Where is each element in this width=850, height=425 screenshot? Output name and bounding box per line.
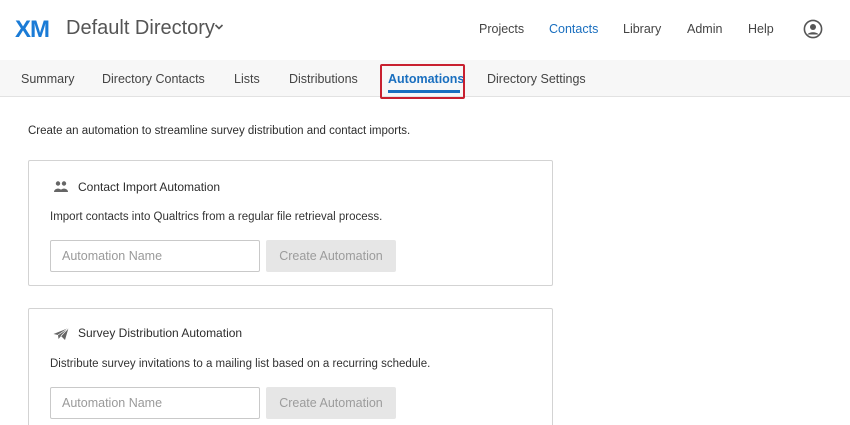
paper-plane-icon xyxy=(53,327,69,340)
tab-lists[interactable]: Lists xyxy=(234,72,260,86)
nav-contacts[interactable]: Contacts xyxy=(549,22,598,36)
card-title: Survey Distribution Automation xyxy=(78,326,243,340)
card-description: Import contacts into Qualtrics from a re… xyxy=(50,211,383,223)
xm-logo[interactable]: XM xyxy=(15,16,50,44)
create-automation-button[interactable]: Create Automation xyxy=(266,240,396,272)
tab-summary[interactable]: Summary xyxy=(21,72,74,86)
tab-directory-settings[interactable]: Directory Settings xyxy=(487,72,586,86)
survey-distribution-card: Survey Distribution Automation Distribut… xyxy=(28,308,553,425)
card-description: Distribute survey invitations to a maili… xyxy=(50,358,431,370)
chevron-down-icon[interactable] xyxy=(214,22,224,32)
nav-help[interactable]: Help xyxy=(748,22,774,36)
card-title: Contact Import Automation xyxy=(78,180,221,194)
tab-directory-contacts[interactable]: Directory Contacts xyxy=(102,72,205,86)
top-bar: XM Default Directory Projects Contacts L… xyxy=(0,0,850,60)
intro-text: Create an automation to streamline surve… xyxy=(28,125,411,137)
automation-name-input[interactable] xyxy=(50,240,260,272)
nav-library[interactable]: Library xyxy=(623,22,661,36)
nav-admin[interactable]: Admin xyxy=(687,22,722,36)
user-account-icon[interactable] xyxy=(803,19,823,39)
automation-name-input[interactable] xyxy=(50,387,260,419)
nav-projects[interactable]: Projects xyxy=(479,22,524,36)
contact-import-card: Contact Import Automation Import contact… xyxy=(28,160,553,286)
highlight-box xyxy=(380,64,465,99)
tab-distributions[interactable]: Distributions xyxy=(289,72,358,86)
directory-title[interactable]: Default Directory xyxy=(66,17,215,40)
people-icon xyxy=(54,181,68,192)
create-automation-button[interactable]: Create Automation xyxy=(266,387,396,419)
